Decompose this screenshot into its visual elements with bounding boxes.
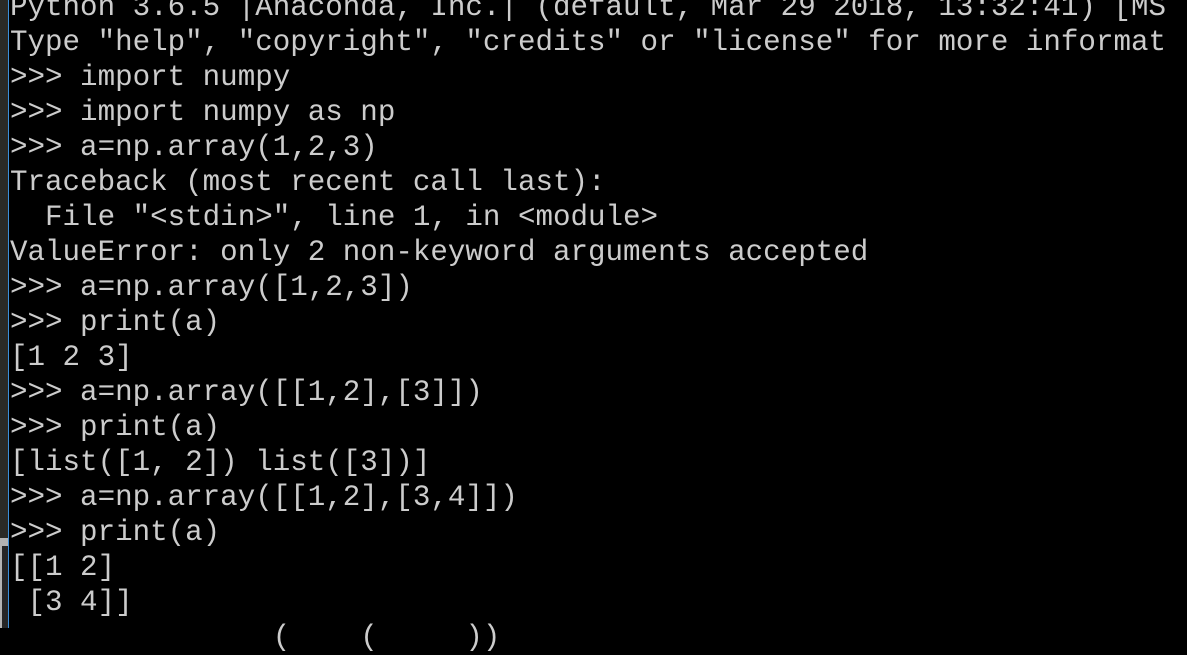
- console-line: ( ( )): [10, 621, 501, 654]
- console-line: >>> import numpy: [10, 61, 291, 94]
- console-line: [list([1, 2]) list([3])]: [10, 446, 431, 479]
- console-line: Type "help", "copyright", "credits" or "…: [10, 26, 1167, 59]
- console-line: File "<stdin>", line 1, in <module>: [10, 201, 659, 234]
- console-focus-border: [8, 0, 9, 628]
- console-line: >>> a=np.array([[1,2],[3,4]]): [10, 481, 518, 514]
- console-line: >>> a=np.array(1,2,3): [10, 131, 378, 164]
- console-line: ValueError: only 2 non-keyword arguments…: [10, 236, 869, 269]
- console-line: >>> print(a): [10, 411, 221, 444]
- window-edge-highlight: [0, 538, 8, 546]
- console-line: >>> print(a): [10, 516, 221, 549]
- console-line: >>> a=np.array([[1,2],[3]]): [10, 376, 483, 409]
- console-line: Traceback (most recent call last):: [10, 166, 606, 199]
- console-line: Python 3.6.5 |Anaconda, Inc.| (default, …: [10, 0, 1167, 24]
- console-output[interactable]: Python 3.6.5 |Anaconda, Inc.| (default, …: [10, 0, 1187, 655]
- console-line: >>> print(a): [10, 306, 221, 339]
- console-line: [3 4]]: [10, 586, 133, 619]
- console-line: >>> import numpy as np: [10, 96, 396, 129]
- window-edge: [0, 0, 8, 628]
- console-line: >>> a=np.array([1,2,3]): [10, 271, 413, 304]
- console-line: [[1 2]: [10, 551, 116, 584]
- console-line: [1 2 3]: [10, 341, 133, 374]
